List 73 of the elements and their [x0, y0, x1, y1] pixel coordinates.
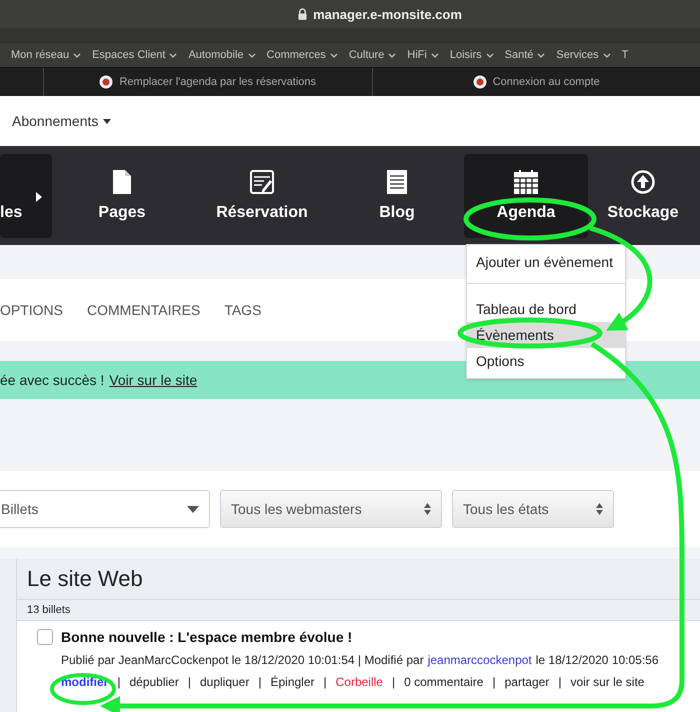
chevron-icon [602, 52, 611, 58]
separator: | [492, 675, 496, 689]
caret-icon [103, 118, 112, 124]
action-link[interactable]: dupliquer [200, 675, 250, 689]
list-title: Le site Web [27, 566, 143, 592]
menu-item[interactable]: Ajouter un évènement [467, 249, 625, 275]
checkbox[interactable] [37, 629, 53, 645]
menu-item[interactable]: Options [467, 348, 625, 374]
module-tab[interactable]: les [0, 154, 52, 238]
separator: | [392, 675, 396, 689]
section-tab[interactable]: OPTIONS [0, 302, 64, 318]
action-link[interactable]: modifier [61, 675, 108, 689]
chevron-icon [537, 52, 546, 58]
action-link[interactable]: partager [504, 675, 550, 689]
author-link[interactable]: jeanmarccockenpot [428, 653, 532, 667]
arrow-right-icon [36, 192, 42, 202]
chevron-icon [330, 52, 338, 58]
menu-item[interactable]: Tableau de bord [467, 296, 625, 322]
action-link[interactable]: Corbeille [336, 675, 383, 689]
edit-form-icon [250, 170, 274, 194]
bookmark-folder[interactable]: Mon réseau [11, 49, 82, 61]
success-message: ée avec succès ! [0, 372, 104, 388]
chevron-icon [430, 52, 439, 58]
bookmark-folder[interactable]: Services [556, 49, 611, 61]
post-count: 13 billets [27, 604, 70, 616]
module-tab[interactable]: Pages [52, 154, 192, 238]
annotation-ellipse [50, 673, 116, 705]
upload-icon [631, 170, 655, 194]
site-logo-icon [472, 75, 487, 89]
lock-icon [298, 8, 308, 20]
section-tab[interactable]: COMMENTAIRES [87, 302, 200, 318]
account-menu[interactable]: Abonnements [12, 113, 112, 129]
post-meta: le 18/12/2020 10:05:56 [536, 653, 659, 667]
bookmark-folder[interactable]: Loisirs [450, 49, 494, 61]
bookmark-folder[interactable]: Commerces [266, 49, 338, 61]
module-tab[interactable]: Réservation [192, 154, 332, 238]
filter-select[interactable]: Billets [0, 490, 210, 528]
caret-icon [187, 506, 199, 512]
bookmark-folder[interactable]: T [622, 49, 628, 61]
module-tab[interactable]: Blog [332, 154, 462, 238]
chevron-icon [248, 52, 256, 58]
section-tab[interactable]: TAGS [224, 302, 262, 318]
page-icon [113, 170, 131, 194]
post-title: Bonne nouvelle : L'espace membre évolue ! [61, 629, 352, 645]
bookmark-folder[interactable]: Culture [348, 49, 396, 61]
view-site-link[interactable]: Voir sur le site [109, 372, 198, 388]
calendar-icon [514, 170, 538, 194]
bookmark-folder[interactable]: HiFi [407, 49, 439, 61]
notepad-icon [387, 170, 407, 194]
separator: | [188, 675, 191, 689]
separator: | [324, 675, 327, 689]
updown-icon [424, 503, 431, 515]
action-link[interactable]: dépublier [129, 675, 179, 689]
url-text[interactable]: manager.e-monsite.com [313, 6, 462, 22]
bookmark-folder[interactable]: Santé [504, 49, 546, 61]
bookmark-folder[interactable]: Automobile [188, 49, 256, 61]
site-logo-icon [99, 75, 114, 89]
updown-icon [596, 503, 603, 515]
chevron-icon [169, 52, 178, 58]
module-tab[interactable]: Stockage [588, 154, 698, 238]
action-link[interactable]: Épingler [270, 675, 314, 689]
chevron-icon [486, 52, 494, 58]
action-link[interactable]: voir sur le site [570, 675, 644, 689]
separator: | [117, 675, 120, 689]
chevron-icon [388, 52, 396, 58]
bookmark-folder[interactable]: Espaces Client [92, 49, 178, 61]
post-meta: Publié par JeanMarcCockenpot le 18/12/2020 10:01:54 | Modifié par [61, 653, 424, 667]
filter-select[interactable]: Tous les états [452, 490, 614, 528]
separator: | [258, 675, 262, 689]
action-link[interactable]: 0 commentaire [404, 675, 484, 689]
chevron-icon [73, 52, 82, 58]
filter-select[interactable]: Tous les webmasters [220, 490, 442, 528]
separator: | [558, 675, 562, 689]
